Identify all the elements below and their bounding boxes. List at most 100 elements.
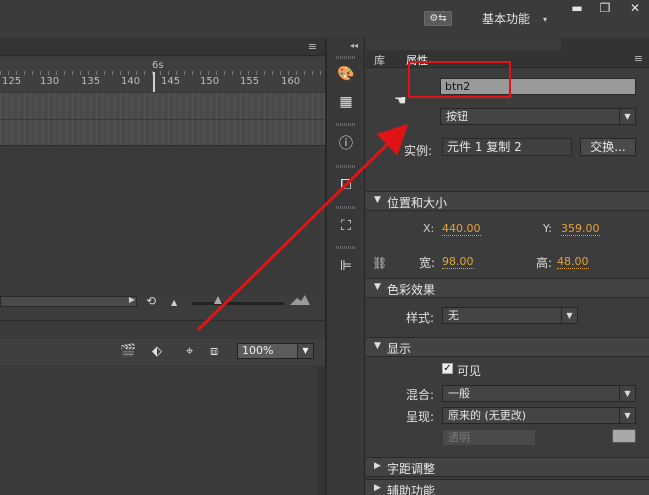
chevron-down-icon[interactable]: ▼ [297, 344, 313, 358]
stage-panel: 🎬 ⬖ ⌖ ⧈ 100% ▼ [0, 320, 325, 495]
panel-menu-icon[interactable]: ≡ [308, 40, 317, 53]
section-title: 位置和大小 [387, 196, 448, 210]
grow-frames-icon[interactable] [290, 295, 310, 305]
section-accessibility[interactable]: ▶ 辅助功能 [366, 479, 649, 495]
zoom-select[interactable]: 100% ▼ [237, 343, 314, 359]
y-value[interactable]: 359.00 [561, 222, 600, 236]
button-instance-icon: ☚ [394, 93, 407, 109]
highlight-box [408, 61, 511, 98]
transparent-select: 透明 [442, 429, 536, 446]
clip-icon[interactable]: ⧈ [210, 344, 218, 359]
center-stage-icon[interactable]: ⌖ [186, 344, 193, 359]
frame-tick-label: 125 [2, 76, 22, 87]
visible-label: 可见 [457, 364, 482, 378]
section-title: 字距调整 [387, 462, 436, 476]
link-icon[interactable]: ⛓ [372, 256, 387, 270]
frame-tick-label: 150 [200, 76, 220, 87]
workspace-sync-icon[interactable]: ⚙⇆ [424, 11, 452, 26]
section-position-size[interactable]: ▼ 位置和大小 [366, 191, 649, 211]
frame-zoom-slider[interactable] [192, 302, 284, 305]
style-label: 样式: [406, 311, 435, 325]
grip[interactable] [336, 165, 356, 168]
expand-icon: ▶ [374, 461, 381, 471]
chevron-down-icon[interactable]: ▼ [561, 308, 577, 323]
chevron-down-icon[interactable]: ▾ [543, 15, 547, 24]
section-title: 色彩效果 [387, 283, 436, 297]
height-label: 高: [536, 256, 553, 270]
blend-label: 混合: [406, 388, 435, 402]
instance-of-field: 元件 1 复制 2 [442, 138, 572, 156]
color-icon[interactable]: 🎨 [336, 64, 356, 84]
render-label: 呈现: [406, 410, 435, 424]
chevron-down-icon[interactable]: ▼ [619, 386, 635, 401]
playhead[interactable] [153, 72, 155, 92]
minimize-button[interactable]: ▬ [564, 0, 590, 18]
workspace-switcher[interactable]: 基本功能 [482, 10, 530, 27]
stage-scrollbar[interactable] [317, 367, 325, 495]
instance-type-select[interactable]: 按钮 ▼ [440, 108, 636, 125]
expand-icon: ▶ [374, 483, 381, 493]
render-select[interactable]: 原来的 (无更改) ▼ [442, 407, 636, 424]
section-title: 辅助功能 [387, 484, 436, 495]
properties-panel: 库 属性 ≡ ☚ btn2 按钮 ▼ 实例: 元件 1 复制 2 交换... ▼… [366, 38, 649, 495]
frame-tick-label: 140 [121, 76, 141, 87]
expand-icon: ▼ [374, 195, 381, 205]
grip[interactable] [336, 123, 356, 126]
instance-type-value: 按钮 [446, 110, 468, 123]
section-display[interactable]: ▼ 显示 [366, 337, 649, 357]
close-button[interactable]: ✕ [622, 0, 648, 18]
render-value: 原来的 (无更改) [448, 409, 527, 422]
restore-button[interactable]: ❐ [592, 0, 618, 18]
frame-grid[interactable] [0, 93, 325, 146]
height-value[interactable]: 48.00 [557, 255, 589, 269]
y-label: Y: [543, 222, 552, 235]
tab-library[interactable]: 库 [374, 52, 385, 68]
expand-icon: ▼ [374, 341, 381, 351]
swap-button[interactable]: 交换... [580, 138, 636, 156]
chevron-down-icon[interactable]: ▼ [619, 408, 635, 423]
title-bar: ⚙⇆ 基本功能 ▾ ▬ ❐ ✕ [0, 0, 649, 38]
transform-icon[interactable]: ⧠ [336, 175, 356, 195]
frame-tick-label: 155 [240, 76, 260, 87]
grip[interactable] [336, 246, 356, 249]
timeline-scrollbar[interactable]: ▶ [0, 295, 137, 307]
scroll-right-icon[interactable]: ▶ [129, 295, 135, 304]
style-select[interactable]: 无 ▼ [442, 307, 578, 324]
style-value: 无 [448, 309, 459, 322]
expand-icon: ▼ [374, 282, 381, 292]
grip[interactable] [336, 206, 356, 209]
shrink-frames-icon[interactable]: ▲ [171, 298, 177, 307]
frame-tick-label: 160 [281, 76, 301, 87]
visible-checkbox[interactable]: ✓ [442, 363, 453, 374]
section-tracking[interactable]: ▶ 字距调整 [366, 457, 649, 477]
width-value[interactable]: 98.00 [442, 255, 474, 269]
section-title: 显示 [387, 342, 412, 356]
chevron-down-icon[interactable]: ▼ [619, 109, 635, 124]
loop-icon[interactable]: ⟲ [146, 294, 156, 308]
background-color-swatch[interactable] [612, 429, 636, 443]
frame-tick-label: 130 [40, 76, 60, 87]
panel-top-strip [561, 38, 649, 50]
align-left-icon[interactable]: ⊫ [336, 256, 356, 276]
info-icon[interactable]: ⓘ [336, 134, 356, 154]
timeline-panel: ≡ 6s 125 130 135 140 145 150 155 160 ▶ ⟲… [0, 38, 325, 320]
frame-zoom-thumb[interactable] [214, 296, 222, 304]
panel-menu-icon[interactable]: ≡ [634, 52, 643, 65]
frame-tick-label: 135 [81, 76, 101, 87]
align-icon[interactable]: ⛶ [336, 216, 356, 236]
width-label: 宽: [419, 256, 436, 270]
x-value[interactable]: 440.00 [442, 222, 481, 236]
timeline-empty-area [0, 148, 325, 293]
icon-dock: ◂◂ 🎨 ▦ ⓘ ⧠ ⛶ ⊫ [327, 38, 365, 495]
swatches-icon[interactable]: ▦ [336, 92, 356, 112]
clapper-icon[interactable]: 🎬 [120, 344, 136, 359]
stage-toolbar: 🎬 ⬖ ⌖ ⧈ 100% ▼ [0, 339, 325, 365]
symbol-icon[interactable]: ⬖ [152, 344, 162, 359]
section-color-effect[interactable]: ▼ 色彩效果 [366, 278, 649, 298]
frame-ruler[interactable]: 6s 125 130 135 140 145 150 155 160 [0, 58, 325, 92]
blend-select[interactable]: 一般 ▼ [442, 385, 636, 402]
grip[interactable] [336, 56, 356, 59]
collapse-dock-icon[interactable]: ◂◂ [350, 41, 358, 50]
frame-tick-label: 145 [161, 76, 181, 87]
timeline-header: ≡ [0, 38, 325, 56]
